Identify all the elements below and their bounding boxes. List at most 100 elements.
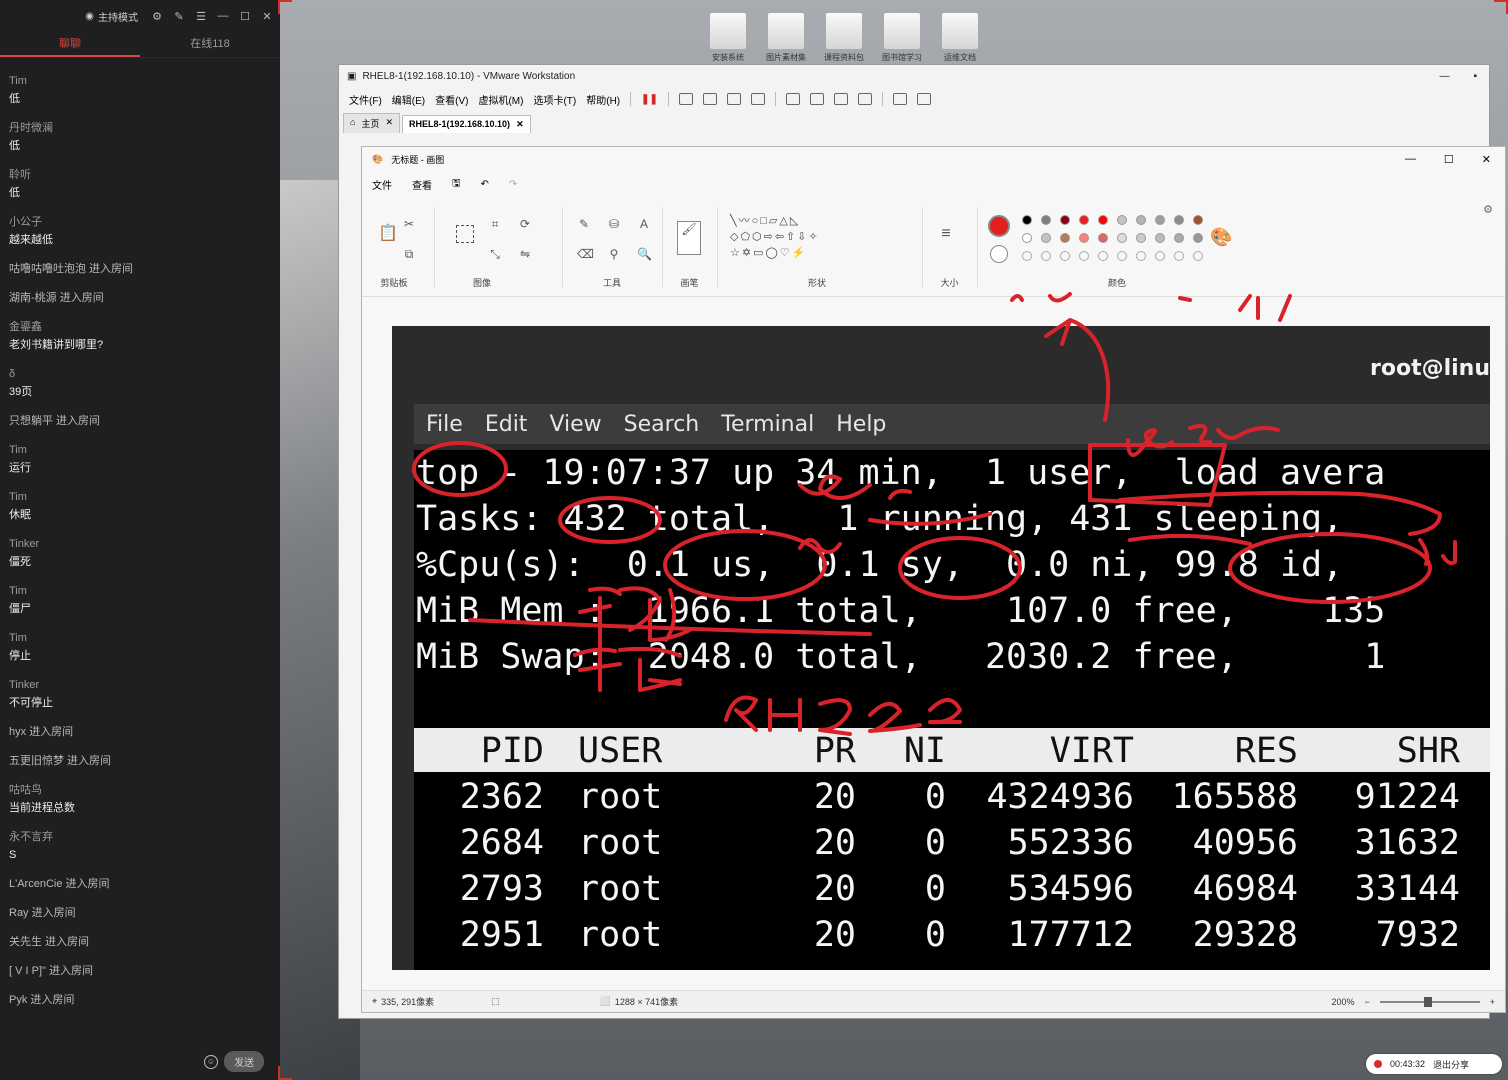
- menu-help[interactable]: Help: [836, 412, 886, 437]
- stretch-icon[interactable]: [916, 93, 931, 105]
- brush-icon[interactable]: 🖌: [677, 221, 701, 255]
- color-swatch[interactable]: [1060, 233, 1070, 243]
- undo-icon[interactable]: ↶: [481, 179, 489, 190]
- menu-edit[interactable]: 编辑(E): [392, 92, 425, 107]
- empty-color-swatch[interactable]: [1098, 251, 1108, 261]
- zoom-out-icon[interactable]: −: [1364, 997, 1369, 1007]
- menu-search[interactable]: Search: [624, 412, 700, 437]
- library-icon[interactable]: [785, 93, 800, 105]
- empty-color-swatch[interactable]: [1079, 251, 1089, 261]
- close-icon[interactable]: ✕: [385, 117, 393, 130]
- crop-icon[interactable]: ⌗: [488, 217, 502, 231]
- host-mode[interactable]: ◉ 主持模式: [85, 9, 138, 24]
- menu-view[interactable]: 查看(V): [435, 92, 468, 107]
- color-swatch[interactable]: [1174, 233, 1184, 243]
- maximize-icon[interactable]: ☐: [238, 10, 252, 23]
- maximize-icon[interactable]: ☐: [1444, 153, 1454, 166]
- menu-view[interactable]: View: [549, 412, 601, 437]
- fill-icon[interactable]: ⛁: [607, 217, 621, 231]
- snapshot-icon[interactable]: [702, 93, 717, 105]
- desktop-icon[interactable]: 课程资料包: [819, 12, 869, 63]
- tab-chat[interactable]: 聊聊: [0, 32, 140, 57]
- color-swatch[interactable]: [1041, 215, 1051, 225]
- desktop-icon[interactable]: 运维文档: [935, 12, 985, 63]
- edit-icon[interactable]: ✎: [172, 10, 186, 23]
- magnifier-icon[interactable]: 🔍: [637, 247, 652, 261]
- redo-icon[interactable]: ↷: [509, 179, 517, 190]
- maximize-icon[interactable]: ▪: [1473, 71, 1477, 82]
- color-swatch[interactable]: [1117, 233, 1127, 243]
- save-icon[interactable]: 🖫: [452, 176, 461, 193]
- close-icon[interactable]: ✕: [516, 119, 524, 130]
- empty-color-swatch[interactable]: [1060, 251, 1070, 261]
- color-swatch[interactable]: [1193, 233, 1203, 243]
- menu-file[interactable]: 文件: [372, 177, 392, 192]
- terminal-icon[interactable]: [892, 93, 907, 105]
- select-icon[interactable]: [456, 225, 474, 243]
- tab-vm[interactable]: RHEL8-1(192.168.10.10) ✕: [402, 115, 531, 133]
- settings-icon[interactable]: ⚙: [150, 10, 164, 23]
- menu-tabs[interactable]: 选项卡(T): [533, 92, 576, 107]
- text-icon[interactable]: A: [637, 217, 651, 231]
- empty-color-swatch[interactable]: [1193, 251, 1203, 261]
- empty-color-swatch[interactable]: [1136, 251, 1146, 261]
- flip-icon[interactable]: ⇋: [518, 247, 532, 261]
- minimize-icon[interactable]: —: [1439, 71, 1449, 82]
- line-size-icon[interactable]: ≡: [939, 226, 953, 242]
- desktop-icon[interactable]: 图片素材集: [761, 12, 811, 63]
- menu-edit[interactable]: Edit: [485, 412, 528, 437]
- color-swatch[interactable]: [1193, 215, 1203, 225]
- menu-vm[interactable]: 虚拟机(M): [478, 92, 523, 107]
- desktop-icon[interactable]: 图书馆学习: [877, 12, 927, 63]
- empty-color-swatch[interactable]: [1041, 251, 1051, 261]
- unity-icon[interactable]: [857, 93, 872, 105]
- zoom-slider[interactable]: [1379, 996, 1480, 1007]
- color-swatch[interactable]: [1022, 233, 1032, 243]
- color-swatch[interactable]: [1174, 215, 1184, 225]
- paste-icon[interactable]: 📋: [378, 226, 398, 242]
- copy-icon[interactable]: ⧉: [402, 247, 416, 261]
- color-swatch[interactable]: [1098, 215, 1108, 225]
- rotate-icon[interactable]: ⟳: [518, 217, 532, 231]
- color2-swatch[interactable]: [990, 245, 1008, 263]
- zoom-in-icon[interactable]: +: [1490, 997, 1495, 1007]
- settings-icon[interactable]: ⚙: [1483, 203, 1493, 216]
- menu-file[interactable]: File: [426, 412, 463, 437]
- shape-gallery[interactable]: ╲〰○□▱△◺ ◇⬠⬡⇨⇦⇧⇩✧ ☆✡▭◯♡⚡: [730, 213, 860, 261]
- color-swatch[interactable]: [1098, 233, 1108, 243]
- color1-swatch[interactable]: [988, 215, 1010, 237]
- color-swatch[interactable]: [1155, 215, 1165, 225]
- send-button[interactable]: 发送: [224, 1051, 264, 1072]
- snapshot-manager-icon[interactable]: [750, 93, 765, 105]
- pause-icon[interactable]: ❚❚: [641, 94, 658, 105]
- revert-snapshot-icon[interactable]: [726, 93, 741, 105]
- terminal-output[interactable]: top - 19:07:37 up 34 min, 1 user, load a…: [414, 450, 1490, 970]
- fullscreen-icon[interactable]: [833, 93, 848, 105]
- send-ctrl-alt-del-icon[interactable]: [678, 93, 693, 105]
- minimize-icon[interactable]: —: [216, 10, 230, 22]
- menu-file[interactable]: 文件(F): [349, 92, 382, 107]
- eraser-icon[interactable]: ⌫: [577, 247, 594, 261]
- tab-online[interactable]: 在线118: [140, 32, 280, 57]
- empty-color-swatch[interactable]: [1117, 251, 1127, 261]
- color-swatch[interactable]: [1079, 233, 1089, 243]
- close-icon[interactable]: ✕: [1482, 153, 1491, 166]
- color-swatch[interactable]: [1136, 233, 1146, 243]
- cut-icon[interactable]: ✂: [402, 217, 416, 231]
- empty-color-swatch[interactable]: [1022, 251, 1032, 261]
- desktop-icon[interactable]: 安装系统: [703, 12, 753, 63]
- emoji-icon[interactable]: ☺: [204, 1054, 218, 1069]
- pencil-icon[interactable]: ✎: [577, 217, 591, 231]
- chat-message-list[interactable]: Tim 低丹时微澜低聆听低小公子 越来越低 咕噜咕噜吐泡泡 进入房间 湖南-桃源 进入房…: [0, 58, 280, 1009]
- color-swatch[interactable]: [1117, 215, 1127, 225]
- console-view-icon[interactable]: [809, 93, 824, 105]
- empty-color-swatch[interactable]: [1155, 251, 1165, 261]
- color-swatch[interactable]: [1060, 215, 1070, 225]
- color-swatch[interactable]: [1079, 215, 1089, 225]
- color-swatch[interactable]: [1022, 215, 1032, 225]
- color-picker-icon[interactable]: ⚲: [607, 247, 621, 261]
- edit-colors-icon[interactable]: 🎨: [1210, 227, 1232, 248]
- tab-home[interactable]: ⌂ 主页 ✕: [343, 113, 400, 133]
- minimize-icon[interactable]: —: [1405, 153, 1416, 166]
- color-swatch[interactable]: [1155, 233, 1165, 243]
